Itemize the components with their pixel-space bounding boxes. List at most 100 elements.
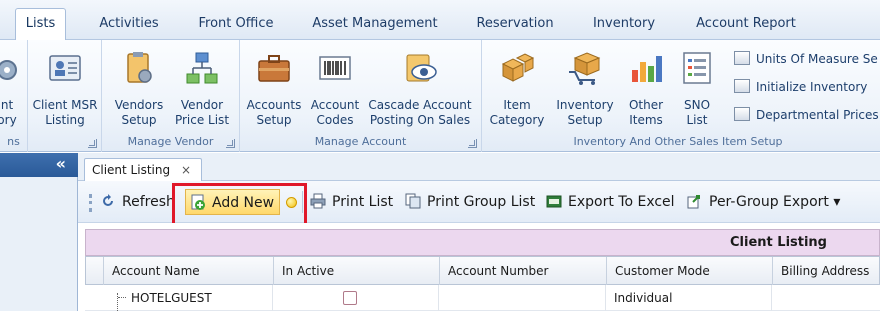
cart-boxes-icon <box>569 52 601 85</box>
org-chart-icon <box>186 52 218 84</box>
document-icon <box>734 79 750 93</box>
ribbon-button-label: Accounts Setup <box>246 98 302 127</box>
grid-caption-label: Client Listing <box>730 235 827 250</box>
id-card-icon <box>49 55 81 81</box>
grid-header-row: Account Name In Active Account Number Cu… <box>85 256 880 285</box>
ribbon-button-label: Item Category <box>489 98 545 127</box>
ribbon-button-label: nt ory <box>0 98 17 127</box>
vendors-setup-button[interactable]: Vendors Setup <box>110 44 168 130</box>
ribbon-group-inventory-setup: Item Category Inventory Setup Other Item… <box>482 40 880 152</box>
print-group-list-button[interactable]: Print Group List <box>405 189 535 215</box>
ribbon-button-label: Client MSR Listing <box>32 98 98 127</box>
refresh-label: Refresh <box>122 194 175 210</box>
print-group-icon <box>405 193 421 209</box>
tab-activities[interactable]: Activities <box>96 9 162 40</box>
refresh-button[interactable]: Refresh <box>100 189 175 215</box>
ribbon-button-label: Cascade Account Posting On Sales <box>368 98 472 127</box>
column-header-customer-mode[interactable]: Customer Mode <box>607 257 773 285</box>
print-list-button[interactable]: Print List <box>310 189 393 215</box>
per-group-export-button[interactable]: Per-Group Export ▾ <box>687 189 840 215</box>
accounts-setup-button[interactable]: Accounts Setup <box>243 44 305 130</box>
per-group-export-label: Per-Group Export ▾ <box>709 194 841 210</box>
tab-label: Client Listing <box>92 163 171 177</box>
ribbon-group-manage-vendor: Vendors Setup Vendor Price List Manage V… <box>102 40 240 152</box>
navigation-panel: « <box>0 153 78 311</box>
tab-asset-management[interactable]: Asset Management <box>309 9 441 40</box>
cell-customer-mode[interactable]: Individual <box>606 285 772 311</box>
ribbon-panel: nt ory ns Client MSR Listing Vendors Set… <box>0 40 880 152</box>
ribbon-button-label: SNO List <box>683 98 711 127</box>
print-group-list-label: Print Group List <box>427 194 536 210</box>
toolbar-grip[interactable] <box>89 194 92 212</box>
list-icon <box>683 52 711 84</box>
close-icon[interactable]: × <box>181 159 191 181</box>
boxes-icon <box>501 53 535 82</box>
vendor-price-list-button[interactable]: Vendor Price List <box>170 44 234 130</box>
column-header-account-name[interactable]: Account Name <box>104 257 274 285</box>
tab-front-office[interactable]: Front Office <box>193 9 279 40</box>
export-to-excel-button[interactable]: Export To Excel <box>546 189 675 215</box>
group-caption: ns <box>7 135 20 148</box>
group-launcher-icon[interactable] <box>468 139 477 148</box>
tab-inventory[interactable]: Inventory <box>587 9 661 40</box>
ribbon-group-partial: nt ory ns <box>0 40 28 152</box>
briefcase-icon <box>258 55 290 82</box>
group-caption: Manage Vendor <box>127 135 214 148</box>
document-tab-bar: Client Listing × <box>78 153 880 182</box>
print-list-label: Print List <box>332 194 394 210</box>
cell-in-active[interactable] <box>273 285 439 311</box>
printer-icon <box>310 193 326 209</box>
units-of-measure-command[interactable]: Units Of Measure Se <box>734 48 878 70</box>
cell-account-number[interactable] <box>439 285 606 311</box>
tab-client-listing[interactable]: Client Listing × <box>84 158 202 182</box>
tab-reservation[interactable]: Reservation <box>470 9 560 40</box>
export-arrow-icon <box>687 195 700 209</box>
ribbon-group-client: Client MSR Listing <box>28 40 102 152</box>
ribbon-button-label: Account Codes <box>310 98 360 127</box>
account-codes-button[interactable]: Account Codes <box>307 44 363 130</box>
cascade-account-posting-button[interactable]: Cascade Account Posting On Sales <box>364 44 476 130</box>
vendor-clipboard-icon <box>127 52 152 83</box>
ribbon-group-manage-account: Accounts Setup Account Codes Cascade Acc… <box>240 40 482 152</box>
sno-list-button[interactable]: SNO List <box>676 44 718 130</box>
ribbon-button-label: Other Items <box>628 98 664 127</box>
ribbon-button-label: Vendors Setup <box>114 98 164 127</box>
group-launcher-icon[interactable] <box>88 139 97 148</box>
other-items-button[interactable]: Other Items <box>622 44 670 130</box>
cell-account-name[interactable]: HOTELGUEST <box>125 285 273 311</box>
eye-icon <box>406 54 437 82</box>
command-label: Departmental Prices <box>756 108 879 122</box>
row-indicator-header <box>86 257 104 285</box>
group-caption: Inventory And Other Sales Item Setup <box>573 135 783 148</box>
excel-icon <box>546 195 562 208</box>
cell-billing-address[interactable] <box>772 285 880 311</box>
column-header-billing-address[interactable]: Billing Address <box>773 257 880 285</box>
inventory-setup-button[interactable]: Inventory Setup <box>552 44 618 130</box>
in-active-checkbox[interactable] <box>343 291 357 305</box>
export-excel-label: Export To Excel <box>568 194 675 210</box>
ribbon-button-label: Inventory Setup <box>556 98 614 127</box>
client-msr-listing-button[interactable]: Client MSR Listing <box>30 44 100 130</box>
gear-icon <box>0 60 17 80</box>
column-header-account-number[interactable]: Account Number <box>440 257 607 285</box>
initialize-inventory-command[interactable]: Initialize Inventory <box>734 76 867 98</box>
collapse-icon[interactable]: « <box>56 154 66 174</box>
departmental-prices-command[interactable]: Departmental Prices <box>734 104 879 126</box>
tab-lists[interactable]: Lists <box>15 8 66 41</box>
group-launcher-icon[interactable] <box>226 139 235 148</box>
bar-chart-icon <box>632 56 662 82</box>
ribbon-button-label: Vendor Price List <box>174 98 230 127</box>
refresh-icon <box>103 194 113 206</box>
price-list-icon <box>734 107 750 121</box>
column-header-in-active[interactable]: In Active <box>274 257 440 285</box>
ribbon-tab-strip: Lists Activities Front Office Asset Mana… <box>0 0 880 41</box>
keyboard-icon <box>734 51 750 65</box>
ribbon-button-partial[interactable]: nt ory <box>0 44 28 130</box>
barcode-icon <box>319 56 351 80</box>
item-category-button[interactable]: Item Category <box>486 44 548 130</box>
command-label: Units Of Measure Se <box>756 52 878 66</box>
table-row[interactable]: HOTELGUEST Individual <box>85 285 880 311</box>
tab-account-report[interactable]: Account Report <box>688 9 804 40</box>
app-window: Lists Activities Front Office Asset Mana… <box>0 0 880 311</box>
grid-caption: Client Listing <box>85 229 880 256</box>
